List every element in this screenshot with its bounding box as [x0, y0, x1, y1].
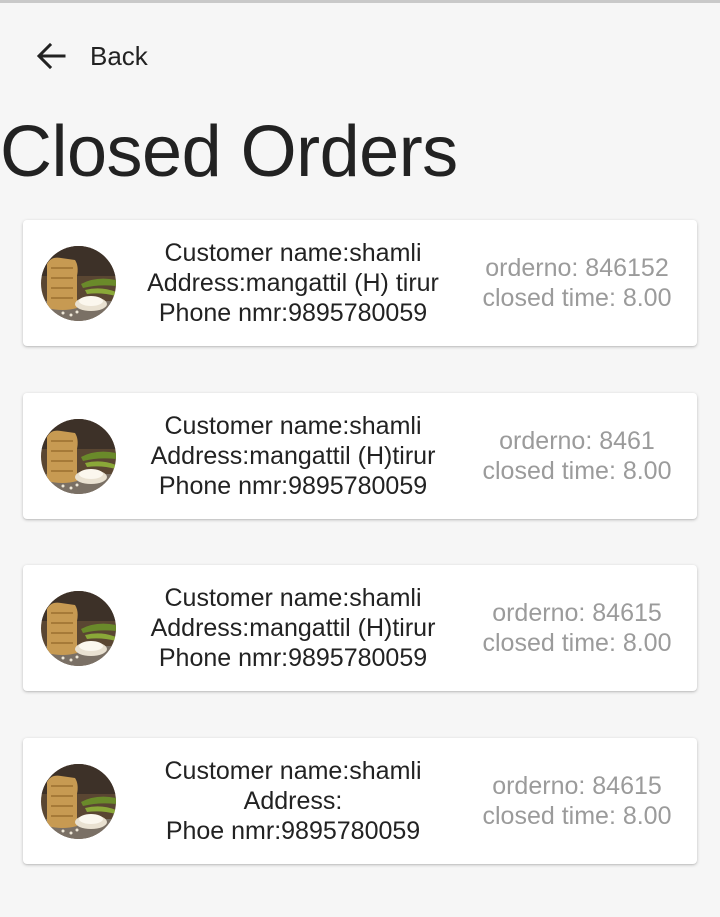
- customer-name: Customer name:shamli: [164, 757, 422, 785]
- customer-info: Customer name:shamli Address:mangattil (…: [125, 411, 461, 501]
- order-number: orderno: 8461: [499, 427, 655, 455]
- customer-address: Address:: [243, 787, 343, 815]
- order-number: orderno: 846152: [485, 254, 669, 282]
- customer-phone: Phone nmr:9895780059: [158, 644, 428, 672]
- customer-info: Customer name:shamli Address:mangattil (…: [125, 238, 461, 328]
- order-card[interactable]: Customer name:shamli Address:mangattil (…: [23, 565, 697, 691]
- back-button[interactable]: Back: [34, 38, 148, 74]
- customer-address: Address:mangattil (H)tirur: [150, 442, 436, 470]
- back-label: Back: [90, 40, 148, 71]
- customer-info: Customer name:shamli Address: Phoe nmr:9…: [125, 756, 461, 846]
- customer-info: Customer name:shamli Address:mangattil (…: [125, 583, 461, 673]
- product-avatar: [41, 246, 116, 321]
- order-meta: orderno: 8461 closed time: 8.00: [463, 426, 691, 486]
- status-divider: [0, 0, 720, 3]
- order-meta: orderno: 84615 closed time: 8.00: [463, 771, 691, 831]
- closed-time: closed time: 8.00: [482, 284, 672, 312]
- customer-phone: Phone nmr:9895780059: [158, 299, 428, 327]
- order-number: orderno: 84615: [492, 772, 662, 800]
- closed-time: closed time: 8.00: [482, 629, 672, 657]
- customer-phone: Phoe nmr:9895780059: [165, 817, 421, 845]
- product-avatar: [41, 591, 116, 666]
- order-card[interactable]: Customer name:shamli Address: Phoe nmr:9…: [23, 738, 697, 864]
- order-number: orderno: 84615: [492, 599, 662, 627]
- rice-sack-image: [41, 246, 116, 321]
- order-card[interactable]: Customer name:shamli Address:mangattil (…: [23, 220, 697, 346]
- customer-address: Address:mangattil (H)tirur: [150, 614, 436, 642]
- arrow-left-icon: [34, 39, 68, 73]
- rice-sack-image: [41, 591, 116, 666]
- closed-time: closed time: 8.00: [482, 457, 672, 485]
- rice-sack-image: [41, 419, 116, 494]
- product-avatar: [41, 419, 116, 494]
- closed-time: closed time: 8.00: [482, 802, 672, 830]
- order-card[interactable]: Customer name:shamli Address:mangattil (…: [23, 393, 697, 519]
- customer-name: Customer name:shamli: [164, 239, 422, 267]
- customer-address: Address:mangattil (H) tirur: [147, 269, 439, 297]
- order-meta: orderno: 84615 closed time: 8.00: [463, 598, 691, 658]
- page-title: Closed Orders: [0, 112, 458, 192]
- customer-phone: Phone nmr:9895780059: [158, 472, 428, 500]
- rice-sack-image: [41, 764, 116, 839]
- customer-name: Customer name:shamli: [164, 412, 422, 440]
- product-avatar: [41, 764, 116, 839]
- customer-name: Customer name:shamli: [164, 584, 422, 612]
- order-meta: orderno: 846152 closed time: 8.00: [463, 253, 691, 313]
